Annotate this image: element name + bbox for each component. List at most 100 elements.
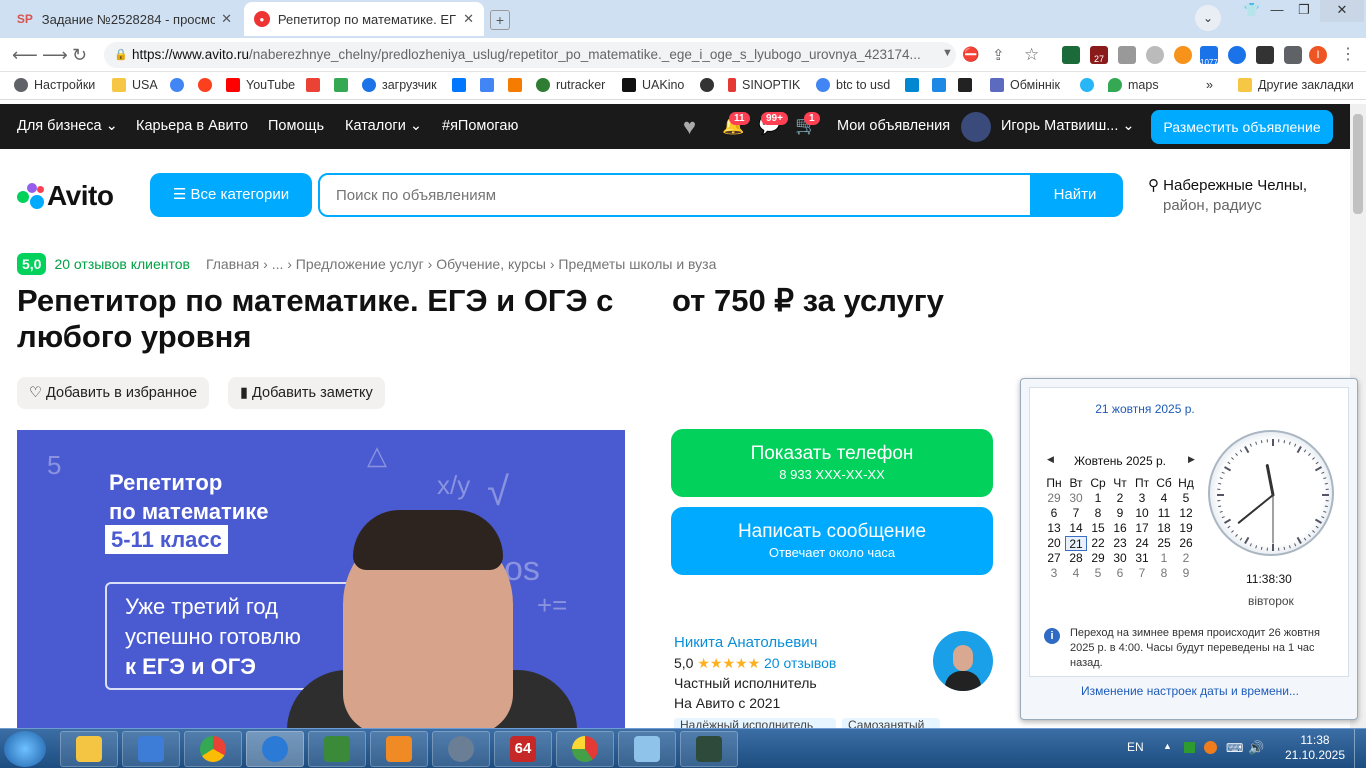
- taskbar-clock-text[interactable]: 11:38 21.10.2025: [1280, 733, 1350, 763]
- calendar-day[interactable]: 8: [1153, 566, 1175, 581]
- taskbar-aida64[interactable]: 64: [494, 731, 552, 767]
- add-note-button[interactable]: ▮ Добавить заметку: [228, 377, 385, 409]
- bookmark-obminnik[interactable]: Обміннік: [990, 78, 1060, 92]
- reviews-link[interactable]: 20 отзывов клиентов: [54, 256, 190, 272]
- bookmark-rutracker[interactable]: rutracker: [536, 78, 605, 92]
- tray-orange-icon[interactable]: [1204, 741, 1217, 754]
- seller-avatar[interactable]: [933, 631, 993, 691]
- calendar-day[interactable]: 4: [1065, 566, 1087, 581]
- restore-button[interactable]: ❐: [1290, 0, 1318, 22]
- calendar-day[interactable]: 27: [1043, 551, 1065, 566]
- calendar-day[interactable]: 20: [1043, 536, 1065, 551]
- calendar-day[interactable]: 18: [1153, 521, 1175, 536]
- calendar-day[interactable]: 30: [1065, 491, 1087, 506]
- bookmarks-more-button[interactable]: »: [1206, 78, 1213, 92]
- bookmark-gmail[interactable]: [306, 78, 326, 92]
- calendar-day[interactable]: 24: [1131, 536, 1153, 551]
- calendar-day[interactable]: 29: [1043, 491, 1065, 506]
- volume-icon[interactable]: 🔊: [1248, 740, 1264, 756]
- bookmark-vk[interactable]: [452, 78, 472, 92]
- all-categories-button[interactable]: ☰ Все категории: [150, 173, 312, 217]
- extension-pl-icon[interactable]: [1062, 46, 1080, 64]
- post-ad-button[interactable]: Разместить объявление: [1151, 110, 1333, 144]
- calendar-day[interactable]: 3: [1131, 491, 1153, 506]
- taskbar-media[interactable]: [370, 731, 428, 767]
- bookmark-snow[interactable]: [1080, 78, 1100, 92]
- calendar-day[interactable]: 7: [1131, 566, 1153, 581]
- tab-search-icon[interactable]: ⌄: [1195, 5, 1221, 31]
- extension-coin-icon[interactable]: [1146, 46, 1164, 64]
- heart-icon[interactable]: ♥: [683, 114, 696, 140]
- calendar-day[interactable]: 15: [1087, 521, 1109, 536]
- scrollbar-thumb[interactable]: [1353, 114, 1363, 214]
- bookmark-other[interactable]: Другие закладки: [1238, 78, 1354, 92]
- bookmark-settings[interactable]: Настройки: [14, 78, 95, 92]
- calendar-day[interactable]: 5: [1087, 566, 1109, 581]
- taskbar-monitor[interactable]: [680, 731, 738, 767]
- calendar-day[interactable]: 5: [1175, 491, 1197, 506]
- bookmark-uakino[interactable]: UAKino: [622, 78, 684, 92]
- close-window-button[interactable]: ✕: [1320, 0, 1364, 22]
- calendar-day[interactable]: 13: [1043, 521, 1065, 536]
- location-selector[interactable]: ⚲ Набережные Челны, район, радиус: [1148, 176, 1307, 216]
- new-tab-button[interactable]: +: [490, 10, 510, 30]
- calendar-day[interactable]: 2: [1175, 551, 1197, 566]
- calendar-day[interactable]: 19: [1175, 521, 1197, 536]
- calendar-date-link[interactable]: 21 жовтня 2025 р.: [1030, 402, 1260, 416]
- calendar-day[interactable]: 6: [1043, 506, 1065, 521]
- calendar-day[interactable]: 16: [1109, 521, 1131, 536]
- calendar-day[interactable]: 7: [1065, 506, 1087, 521]
- vpn-icon[interactable]: [1228, 46, 1246, 64]
- taskbar-chip[interactable]: [308, 731, 366, 767]
- tray-expand-icon[interactable]: ▲: [1163, 741, 1172, 751]
- calendar-month[interactable]: Жовтень 2025 р.: [1040, 454, 1200, 468]
- back-icon[interactable]: ⟵: [12, 45, 38, 66]
- bookmark-btc[interactable]: btc to usd: [816, 78, 890, 92]
- taskbar-clock[interactable]: [432, 731, 490, 767]
- breadcrumb[interactable]: Главная › ... › Предложение услуг › Обуч…: [206, 256, 716, 272]
- calendar-day[interactable]: 21: [1065, 536, 1087, 551]
- my-ads-link[interactable]: Мои объявления: [837, 118, 950, 134]
- profile-avatar[interactable]: I: [1309, 46, 1327, 64]
- avatar[interactable]: [961, 112, 991, 142]
- bookmark-youtube[interactable]: YouTube: [226, 78, 295, 92]
- minimize-button[interactable]: —: [1263, 0, 1291, 22]
- puzzle-icon[interactable]: [1284, 46, 1302, 64]
- calendar-day[interactable]: 6: [1109, 566, 1131, 581]
- share-icon[interactable]: ⇪: [992, 46, 1005, 64]
- bookmark-maps[interactable]: maps: [1108, 78, 1159, 92]
- user-menu[interactable]: Игорь Матвииш... ⌄: [1001, 118, 1135, 134]
- show-phone-button[interactable]: Показать телефон 8 933 XXX-XX-XX: [671, 429, 993, 497]
- close-icon[interactable]: ✕: [221, 11, 232, 27]
- bookmark-translate[interactable]: [480, 78, 500, 92]
- bookmark-yandex[interactable]: [198, 78, 218, 92]
- taskbar-chrome[interactable]: [184, 731, 242, 767]
- search-input[interactable]: [320, 175, 1030, 215]
- calendar-day[interactable]: 26: [1175, 536, 1197, 551]
- start-button[interactable]: [4, 731, 46, 767]
- nav-business[interactable]: Для бизнеса ⌄: [17, 118, 118, 134]
- calendar-day[interactable]: 10: [1131, 506, 1153, 521]
- download-icon[interactable]: 10777: [1200, 46, 1218, 64]
- calendar-day[interactable]: 29: [1087, 551, 1109, 566]
- calendar-day[interactable]: 17: [1131, 521, 1153, 536]
- taskbar-chart[interactable]: [556, 731, 614, 767]
- reload-icon[interactable]: ↻: [72, 45, 87, 66]
- network-icon[interactable]: ⌨: [1226, 741, 1243, 755]
- bookmark-drop[interactable]: [700, 78, 720, 92]
- extension-dark-icon[interactable]: [1256, 46, 1274, 64]
- calendar-day[interactable]: 30: [1109, 551, 1131, 566]
- calendar-day[interactable]: 9: [1175, 566, 1197, 581]
- taskbar-shield[interactable]: [122, 731, 180, 767]
- calendar-day[interactable]: 9: [1109, 506, 1131, 521]
- nav-help[interactable]: Помощь: [268, 118, 324, 134]
- search-button[interactable]: Найти: [1029, 175, 1121, 215]
- calendar-day[interactable]: 22: [1087, 536, 1109, 551]
- change-datetime-link[interactable]: Изменение настроек даты и времени...: [1021, 684, 1359, 698]
- tray-green-icon[interactable]: [1184, 742, 1195, 753]
- calendar-day[interactable]: 4: [1153, 491, 1175, 506]
- bookmark-google[interactable]: [170, 78, 190, 92]
- url-field[interactable]: 🔒 https://www.avito.ru/naberezhnye_cheln…: [104, 42, 956, 68]
- bookmark-f[interactable]: [508, 78, 528, 92]
- calendar-day[interactable]: 31: [1131, 551, 1153, 566]
